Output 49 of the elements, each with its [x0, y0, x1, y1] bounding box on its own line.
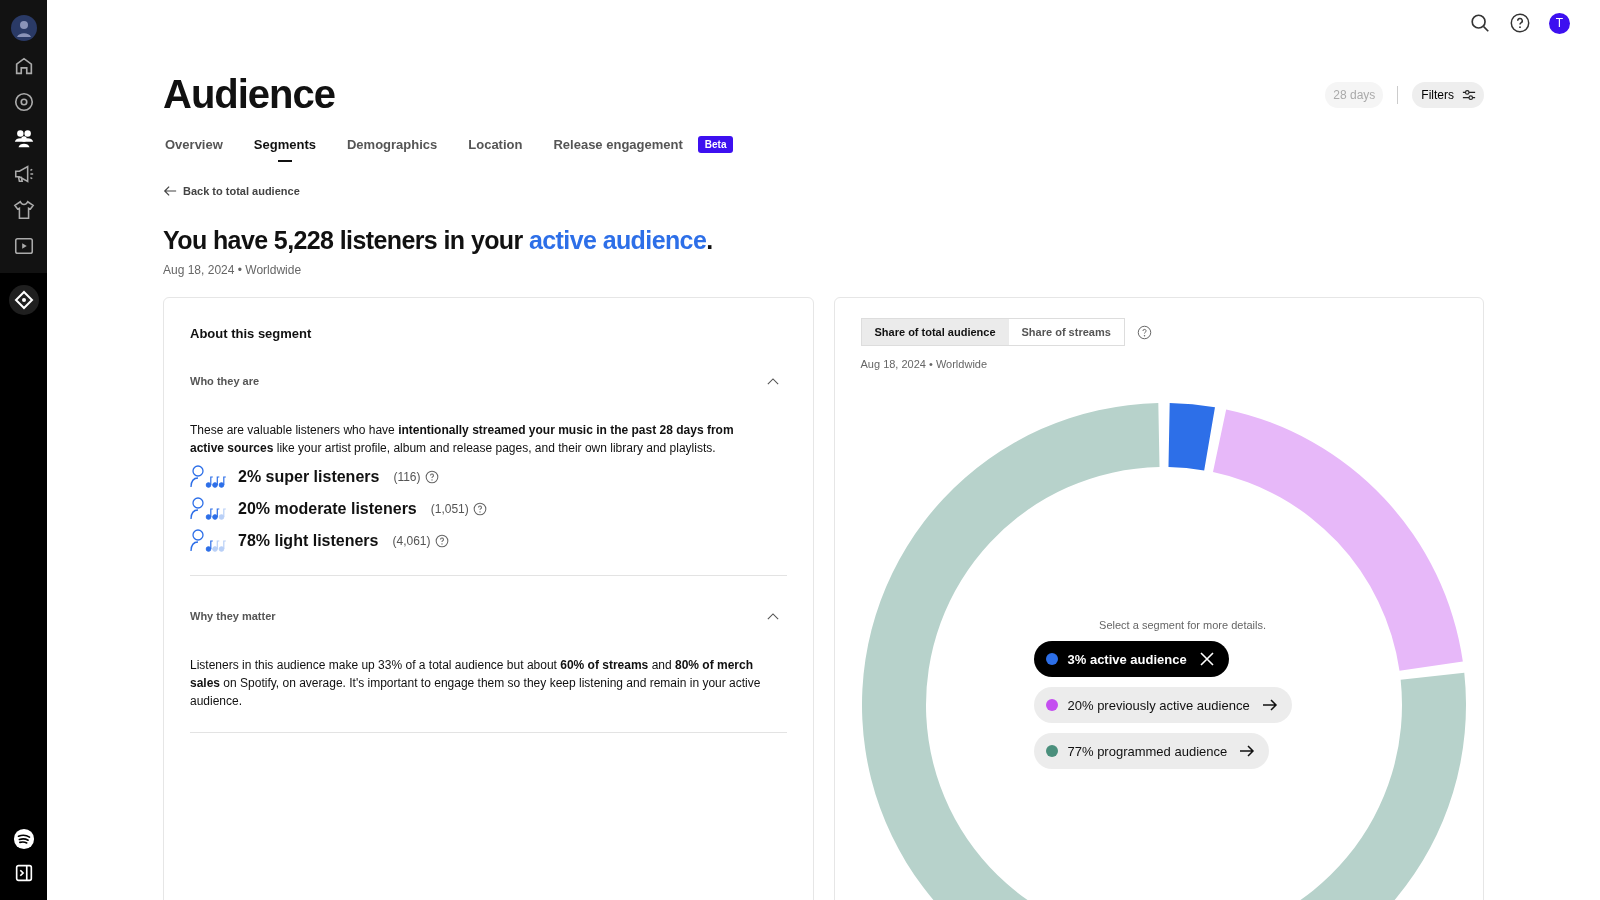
nav-tab[interactable]: Demographics [344, 131, 440, 162]
chevron-icon[interactable] [766, 612, 779, 620]
people-icon[interactable] [12, 127, 35, 149]
video-icon[interactable] [12, 235, 35, 257]
user-avatar[interactable]: T [1549, 12, 1570, 34]
nav-tab[interactable]: Release engagement [551, 131, 685, 162]
shirt-icon[interactable] [12, 199, 35, 221]
section-heading: Who they are [190, 375, 260, 387]
date-location: Aug 18, 2024 • Worldwide [163, 263, 303, 277]
segment-label: 20% previously active audience [1067, 697, 1250, 713]
profile-avatar[interactable] [10, 15, 37, 41]
nav-tab[interactable]: Location [466, 131, 525, 162]
search-icon[interactable] [1469, 12, 1491, 34]
segment-chip[interactable]: 20% previously active audience [1033, 687, 1292, 723]
segment-label: 77% programmed audience [1067, 743, 1228, 759]
card-title: About this segment [190, 326, 313, 341]
filters-button[interactable]: Filters [1412, 81, 1484, 108]
listener-label: 2% super listeners [238, 468, 380, 486]
chart-hint: Select a segment for more details. [1099, 619, 1266, 631]
listener-count: (116) [393, 470, 421, 484]
active-audience-link[interactable]: active audience [529, 226, 707, 254]
back-link[interactable]: Back to total audience [163, 184, 300, 198]
listener-label: 20% moderate listeners [238, 500, 417, 518]
page-title: Audience [163, 72, 336, 117]
beta-badge: Beta [697, 136, 734, 153]
toggle-option[interactable]: Share of total audience [861, 319, 1009, 345]
nav-tab[interactable]: Segments [251, 131, 318, 162]
nav-tab[interactable]: Overview [163, 131, 225, 162]
chart-date-location: Aug 18, 2024 • Worldwide [860, 358, 989, 370]
megaphone-icon[interactable] [12, 163, 35, 185]
segment-label: 3% active audience [1067, 651, 1187, 667]
logo-icon[interactable] [12, 828, 35, 850]
segment-chip[interactable]: 77% programmed audience [1033, 733, 1270, 769]
listener-count: (1,051) [430, 502, 469, 516]
close-icon [1198, 651, 1215, 667]
headline: You have 5,228 listeners in your active audience. [163, 226, 714, 255]
section-text: These are valuable listeners who have intentionally streamed your music in the past 28 days from active sources like your artist profile, album and release pages, and their own library and playlists. [190, 422, 735, 457]
listener-count: (4,061) [392, 534, 431, 548]
arrow-left-icon [163, 184, 177, 198]
listener-label: 78% light listeners [238, 532, 379, 550]
section-text: Listeners in this audience make up 33% of a total audience but about 60% of streams and 80% of merch sales on Spotify, on average. It's important to engage them so they keep listening and remain in your active audience. [190, 657, 762, 710]
chevron-icon[interactable] [766, 377, 779, 385]
disc-icon[interactable] [12, 91, 35, 113]
arrow-right-icon [1239, 743, 1256, 759]
help-icon[interactable] [1509, 12, 1531, 34]
arrow-right-icon [1261, 697, 1278, 713]
sliders-icon [1462, 87, 1476, 102]
segment-chip[interactable]: 3% active audience [1033, 641, 1229, 677]
section-heading: Why they matter [190, 610, 276, 622]
